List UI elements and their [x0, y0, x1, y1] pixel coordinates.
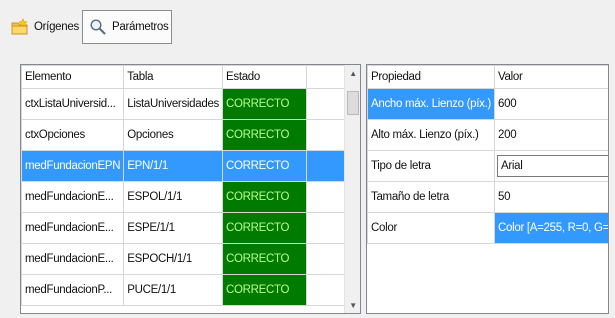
- property-row[interactable]: Tamaño de letra 50: [367, 181, 608, 213]
- folder-icon: [11, 18, 29, 36]
- search-icon: [89, 18, 107, 36]
- elements-grid[interactable]: Elemento Tabla Estado ctxListaUniversid.…: [20, 64, 361, 314]
- property-value-cell: Arial ▼: [494, 150, 608, 182]
- cell-elemento: medFundacionE...: [21, 243, 125, 275]
- cell-elemento: ctxOpciones: [21, 119, 125, 151]
- cell-tabla: ESPE/1/1: [123, 212, 223, 244]
- property-row[interactable]: Alto máx. Lienzo (píx.) 200: [367, 119, 608, 151]
- status-badge: CORRECTO: [222, 150, 307, 182]
- property-value-input[interactable]: 50: [494, 181, 608, 213]
- cell-tabla: PUCE/1/1: [123, 274, 223, 306]
- property-row[interactable]: Tipo de letra Arial ▼: [367, 150, 608, 182]
- column-header-valor[interactable]: Valor: [494, 65, 608, 89]
- cell-tabla: ListaUniversidades: [123, 88, 223, 120]
- cell-elemento: medFundacionP...: [21, 274, 125, 306]
- table-row[interactable]: medFundacionE... ESPOCH/1/1 CORRECTO: [21, 243, 360, 275]
- status-badge: CORRECTO: [222, 88, 307, 120]
- column-header-tabla[interactable]: Tabla: [123, 65, 223, 89]
- column-header-estado[interactable]: Estado: [222, 65, 307, 89]
- elements-table: Elemento Tabla Estado ctxListaUniversid.…: [21, 65, 360, 306]
- table-row[interactable]: medFundacionEPN EPN/1/1 CORRECTO: [21, 150, 360, 182]
- toolbar: Orígenes Parámetros: [0, 0, 615, 58]
- font-select-value: Arial: [501, 160, 523, 172]
- status-badge: CORRECTO: [222, 243, 307, 275]
- table-row[interactable]: medFundacionE... ESPE/1/1 CORRECTO: [21, 212, 360, 244]
- table-row[interactable]: ctxOpciones Opciones CORRECTO: [21, 119, 360, 151]
- cell-tabla: EPN/1/1: [123, 150, 223, 182]
- table-row[interactable]: medFundacionE... ESPOL/1/1 CORRECTO: [21, 181, 360, 213]
- elements-header-row: Elemento Tabla Estado: [21, 65, 360, 89]
- property-name: Ancho máx. Lienzo (píx.): [367, 88, 495, 120]
- property-name: Color: [367, 212, 495, 244]
- scroll-down-arrow-icon[interactable]: ▼: [345, 297, 360, 313]
- cell-elemento: ctxListaUniversid...: [21, 88, 125, 120]
- property-grid[interactable]: Propiedad Valor Ancho máx. Lienzo (píx.)…: [366, 64, 609, 314]
- status-badge: CORRECTO: [222, 119, 307, 151]
- font-select[interactable]: Arial ▼: [497, 155, 608, 177]
- table-row[interactable]: medFundacionP... PUCE/1/1 CORRECTO: [21, 274, 360, 306]
- properties-table: Propiedad Valor Ancho máx. Lienzo (píx.)…: [367, 65, 608, 244]
- tab-parametros-label: Parámetros: [112, 21, 169, 33]
- cell-elemento: medFundacionEPN: [21, 150, 125, 182]
- cell-tabla: ESPOCH/1/1: [123, 243, 223, 275]
- status-badge: CORRECTO: [222, 181, 307, 213]
- tab-parametros[interactable]: Parámetros: [82, 10, 172, 44]
- tab-origenes-label: Orígenes: [34, 21, 79, 33]
- cell-elemento: medFundacionE...: [21, 181, 125, 213]
- cell-tabla: ESPOL/1/1: [123, 181, 223, 213]
- column-header-elemento[interactable]: Elemento: [21, 65, 125, 89]
- vertical-scrollbar[interactable]: ▲ ▼: [344, 65, 360, 313]
- property-name: Alto máx. Lienzo (píx.): [367, 119, 495, 151]
- tab-origenes[interactable]: Orígenes: [4, 10, 79, 44]
- properties-header-row: Propiedad Valor: [367, 65, 608, 89]
- status-badge: CORRECTO: [222, 274, 307, 306]
- property-name: Tipo de letra: [367, 150, 495, 182]
- property-row[interactable]: Color Color [A=255, R=0, G=1...: [367, 212, 608, 244]
- column-header-propiedad[interactable]: Propiedad: [367, 65, 495, 89]
- scroll-thumb[interactable]: [347, 91, 359, 115]
- property-name: Tamaño de letra: [367, 181, 495, 213]
- cell-tabla: Opciones: [123, 119, 223, 151]
- property-value-input[interactable]: 600: [494, 88, 608, 120]
- property-value-input[interactable]: 200: [494, 119, 608, 151]
- scroll-up-arrow-icon[interactable]: ▲: [345, 65, 360, 81]
- cell-elemento: medFundacionE...: [21, 212, 125, 244]
- property-value-input[interactable]: Color [A=255, R=0, G=1...: [494, 212, 608, 244]
- status-badge: CORRECTO: [222, 212, 307, 244]
- table-row[interactable]: ctxListaUniversid... ListaUniversidades CO…: [21, 88, 360, 120]
- property-row[interactable]: Ancho máx. Lienzo (píx.) 600: [367, 88, 608, 120]
